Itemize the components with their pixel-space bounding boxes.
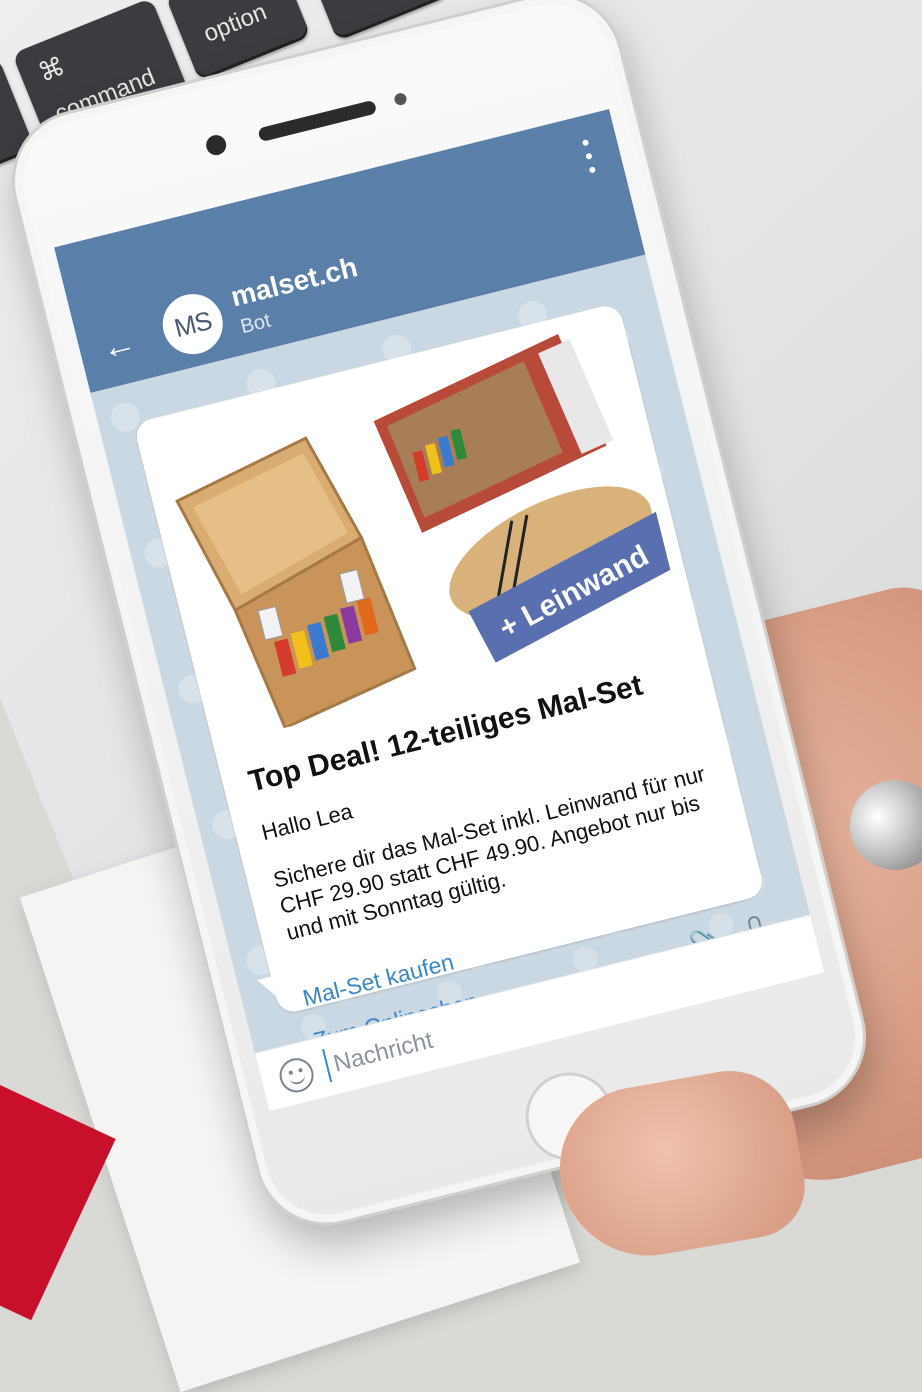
message-body: Sichere dir das Mal-Set inkl. Leinwand f…: [270, 761, 708, 946]
chat-name[interactable]: malset.ch: [228, 251, 361, 313]
message-greeting: Hallo Lea: [258, 798, 356, 846]
chat-subtitle: Bot: [238, 309, 273, 339]
more-menu-icon[interactable]: [580, 139, 598, 174]
command-glyph: ⌘: [33, 50, 70, 88]
front-camera: [204, 133, 229, 158]
option-key-label: option: [199, 0, 271, 48]
earpiece: [257, 99, 378, 143]
proximity-sensor: [393, 91, 408, 107]
emoji-icon[interactable]: [275, 1054, 318, 1096]
back-arrow-icon[interactable]: ←: [98, 323, 140, 368]
avatar[interactable]: MS: [156, 287, 230, 361]
